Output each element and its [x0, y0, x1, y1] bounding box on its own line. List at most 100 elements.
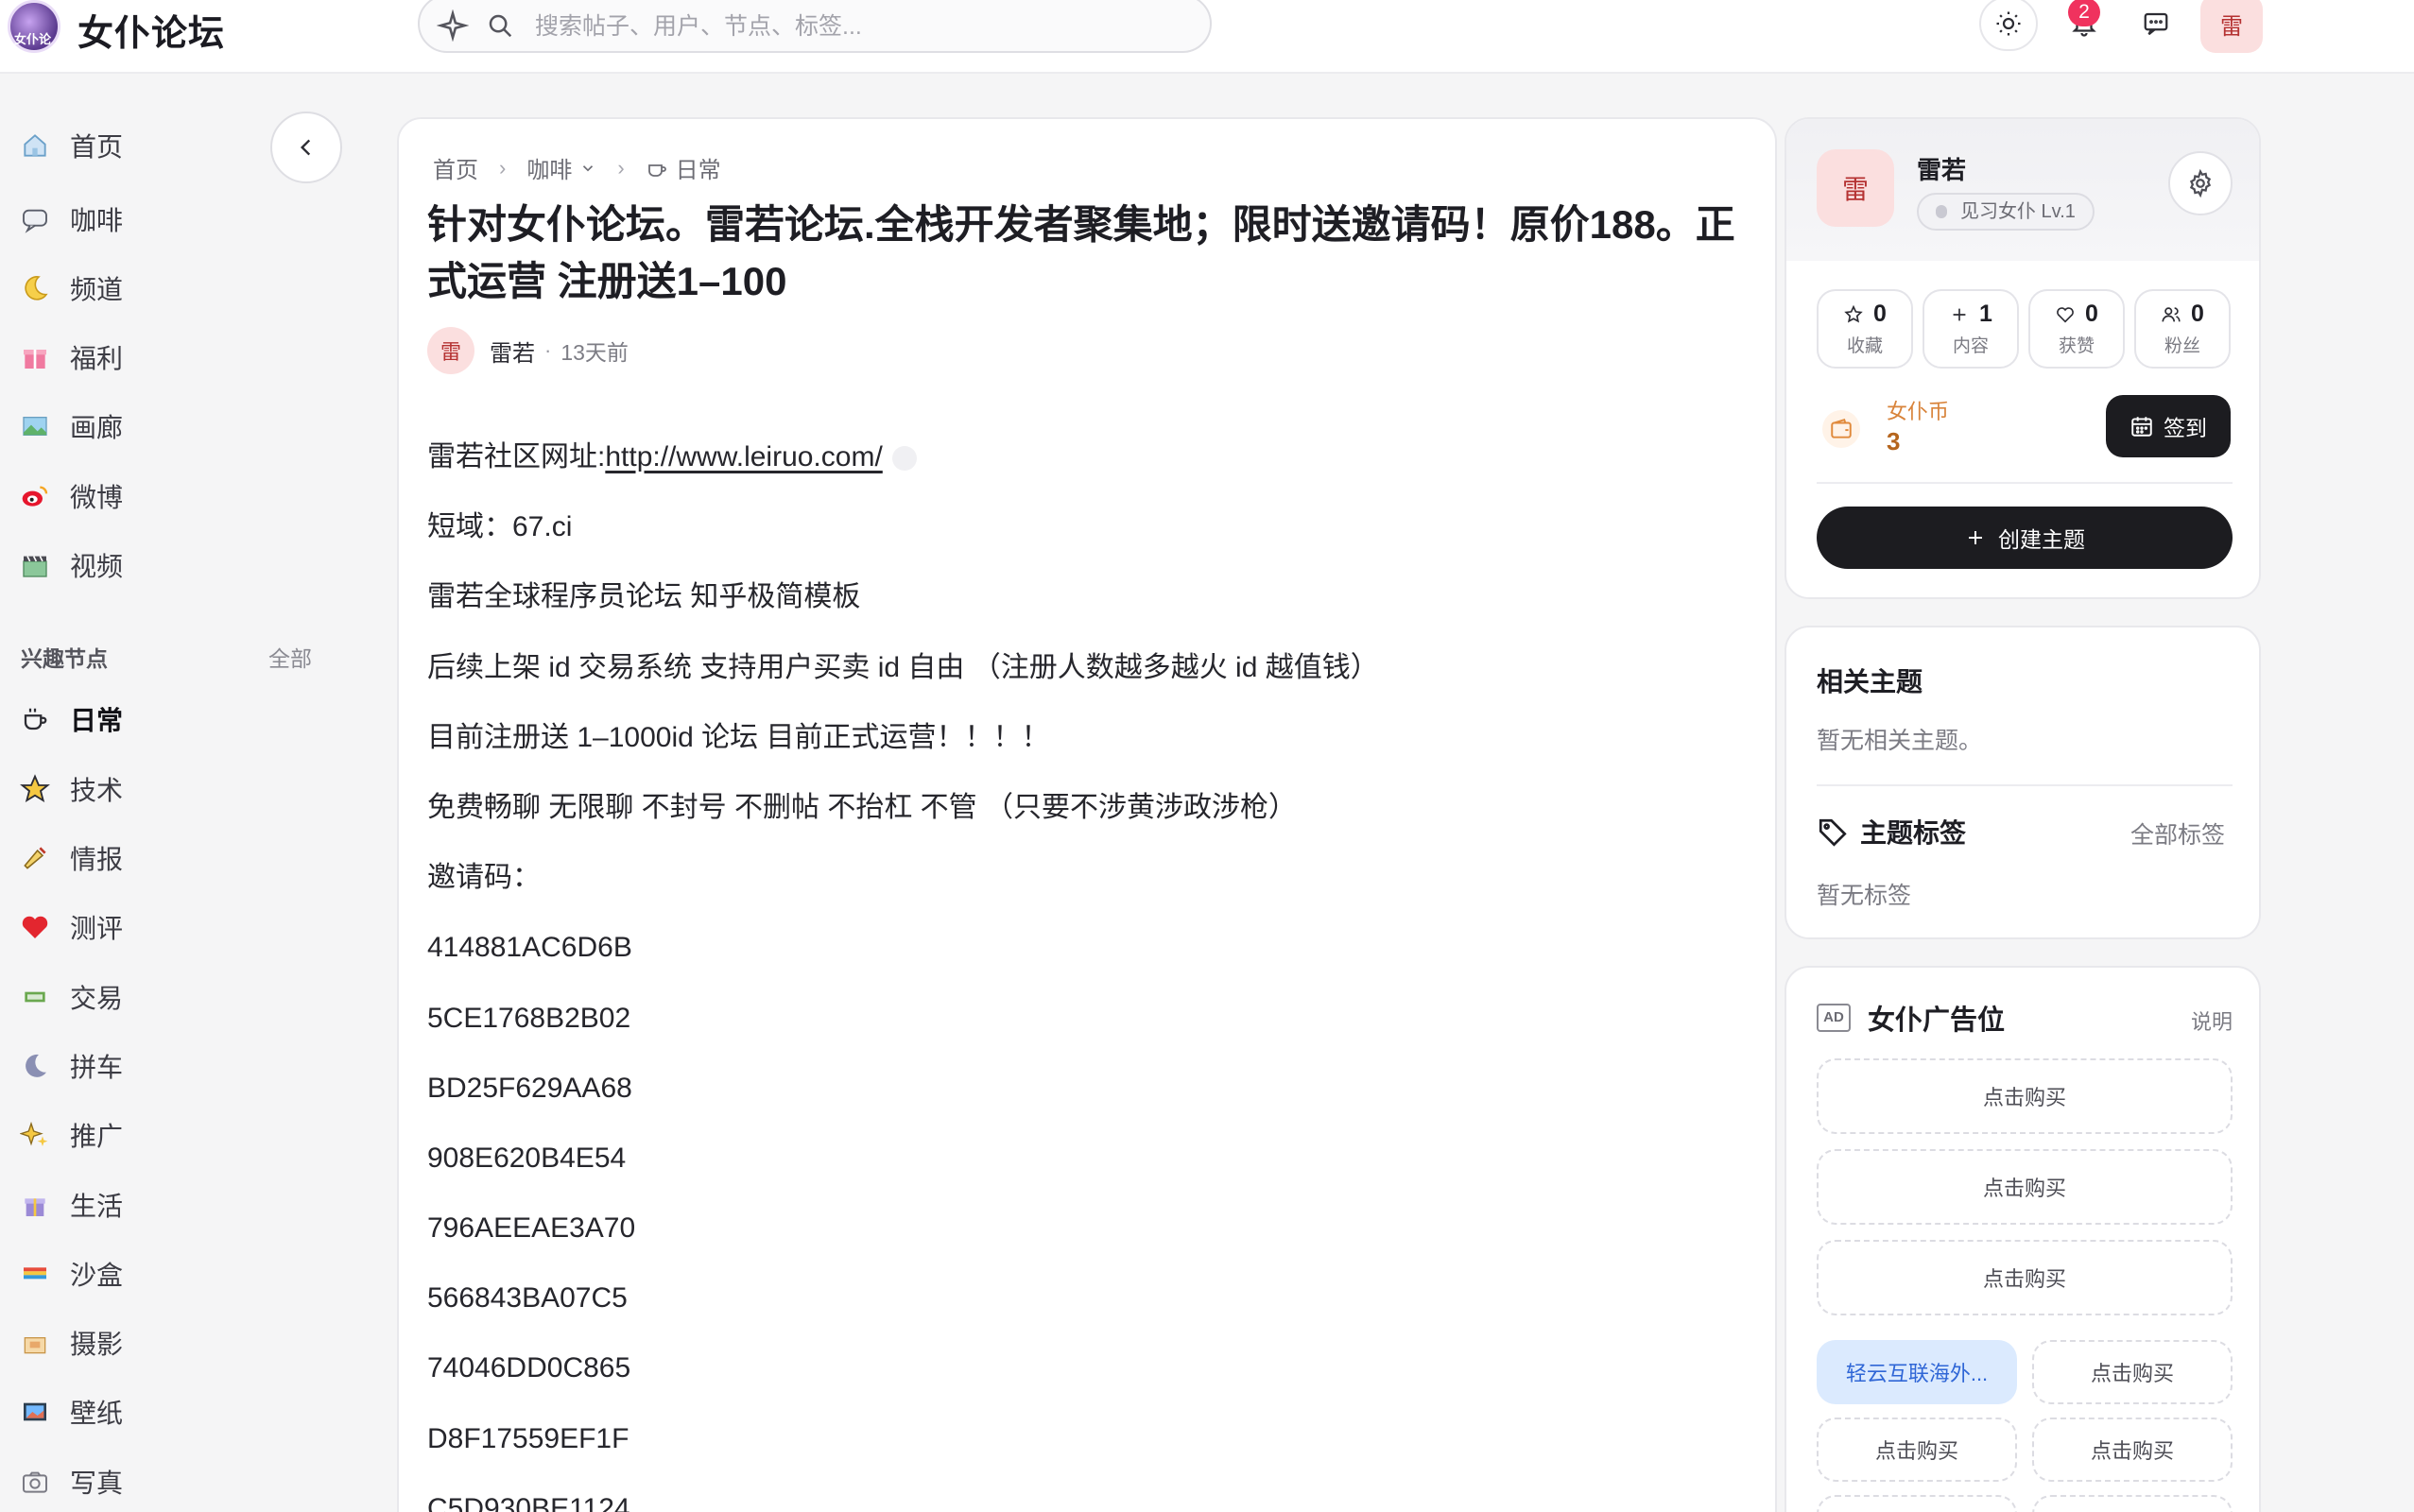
crescent-moon-icon: [19, 1050, 51, 1082]
coin-balance: 3: [1887, 427, 1901, 455]
ad-slot-buy[interactable]: 点击购买: [2032, 1418, 2233, 1482]
ad-icon: AD: [1817, 1004, 1851, 1032]
ad-info-link[interactable]: 说明: [2191, 1005, 2233, 1036]
heart-outline-icon: [2057, 306, 2074, 323]
sidebar-node-portrait[interactable]: 写真: [19, 1458, 123, 1505]
sidebar-item-coffee[interactable]: 咖啡: [19, 196, 123, 243]
theme-toggle-button[interactable]: [1979, 0, 2038, 51]
sidebar-item-label: 拼车: [70, 1053, 124, 1082]
stat-value: 1: [1979, 301, 1992, 327]
sidebar-node-tech[interactable]: 技术: [19, 765, 123, 813]
chevron-right-icon: ›: [617, 155, 625, 180]
user-avatar-button[interactable]: 雷: [2200, 0, 2263, 53]
divider: [1817, 482, 2233, 484]
sidebar-item-label: 壁纸: [70, 1399, 124, 1428]
sidebar-collapse-button[interactable]: [270, 112, 342, 183]
logo-text: 女仆论坛: [14, 32, 52, 64]
sidebar-node-review[interactable]: 测评: [19, 903, 123, 951]
site-name[interactable]: 女仆论坛: [78, 4, 225, 56]
ad-slot-buy[interactable]: 点击购买: [1817, 1240, 2233, 1315]
level-badge: 见习女仆 Lv.1: [1917, 193, 2095, 231]
sidebar-item-label: 视频: [70, 552, 124, 581]
ad-slot-buy[interactable]: 点击购买: [1817, 1058, 2233, 1134]
ad-card: AD 女仆广告位 说明 点击购买 点击购买 点击购买 轻云互联海外... 点击购…: [1785, 966, 2261, 1512]
sidebar-item-home[interactable]: 首页: [19, 122, 123, 169]
site-logo[interactable]: 女仆论坛: [8, 0, 60, 64]
author-name[interactable]: 雷若: [490, 335, 535, 368]
messages-button[interactable]: [2125, 0, 2187, 51]
sidebar-node-intel[interactable]: 情报: [19, 834, 123, 882]
search-input[interactable]: 搜索帖子、用户、节点、标签...: [535, 8, 862, 42]
stat-label: 内容: [1952, 336, 1989, 356]
sidebar-item-video[interactable]: 视频: [19, 541, 123, 589]
sidebar-item-channel[interactable]: 频道: [19, 265, 123, 312]
create-topic-button[interactable]: 创建主题: [1817, 507, 2233, 569]
ad-slot-buy[interactable]: 点击购买: [2032, 1340, 2233, 1404]
all-tags-link[interactable]: 全部标签: [2130, 816, 2225, 850]
site-url-link[interactable]: http://www.leiruo.com/: [605, 441, 882, 472]
ai-sparkle-icon[interactable]: [437, 9, 469, 42]
author-avatar[interactable]: 雷: [427, 327, 474, 374]
post-paragraph: 74046DD0C865: [427, 1352, 631, 1384]
stat-value: 0: [1873, 301, 1887, 327]
ad-slot-buy[interactable]: 点击购买: [1817, 1149, 2233, 1225]
post-content: 雷若社区网址:http://www.leiruo.com/ 短域：67.ci 雷若…: [427, 433, 1732, 1512]
stat-content[interactable]: 1 内容: [1923, 289, 2019, 369]
cup-icon: [647, 163, 666, 177]
sidebar-item-gallery[interactable]: 画廊: [19, 403, 123, 450]
ad-slot-buy[interactable]: [2032, 1495, 2233, 1512]
ad-slot-buy[interactable]: [1817, 1495, 2017, 1512]
sidebar-node-wallpaper[interactable]: 壁纸: [19, 1388, 123, 1435]
sidebar-node-daily[interactable]: 日常: [19, 696, 123, 743]
post-paragraph: BD25F629AA68: [427, 1072, 632, 1104]
sidebar-node-carpool[interactable]: 拼车: [19, 1042, 123, 1090]
post-paragraph: 雷若全球程序员论坛 知乎极简模板: [427, 581, 861, 613]
profile-avatar[interactable]: 雷: [1817, 149, 1894, 227]
stat-favorites[interactable]: 0 收藏: [1817, 289, 1913, 369]
external-link-icon: [891, 446, 917, 472]
ad-slot-sponsor[interactable]: 轻云互联海外...: [1817, 1340, 2017, 1404]
megaphone-icon: [19, 842, 51, 874]
sidebar-item-label: 沙盒: [70, 1261, 124, 1290]
plus-icon: [1953, 308, 1966, 320]
tag-icon: [1819, 818, 1847, 847]
sidebar-node-life[interactable]: 生活: [19, 1181, 123, 1228]
breadcrumb-node[interactable]: 日常: [676, 151, 721, 184]
sidebar-item-welfare[interactable]: 福利: [19, 334, 123, 381]
sidebar-node-sandbox[interactable]: 沙盒: [19, 1250, 123, 1297]
search-icon: [489, 14, 512, 38]
profile-card: 雷 雷若 见习女仆 Lv.1 0 收藏 1 内容 0 获赞 0 粉丝 女仆币 3…: [1785, 117, 2261, 599]
checkin-button[interactable]: 签到: [2106, 395, 2231, 457]
level-text: 见习女仆 Lv.1: [1960, 201, 2076, 222]
sidebar-node-promote[interactable]: 推广: [19, 1111, 123, 1159]
sidebar-node-photography[interactable]: 摄影: [19, 1319, 123, 1366]
sidebar-node-trade[interactable]: 交易: [19, 973, 123, 1021]
all-nodes-link[interactable]: 全部: [268, 641, 312, 673]
search-bar[interactable]: 搜索帖子、用户、节点、标签...: [418, 0, 1212, 53]
camera-icon: [19, 1466, 51, 1498]
settings-button[interactable]: [2168, 151, 2233, 215]
sidebar-item-weibo[interactable]: 微博: [19, 472, 123, 520]
breadcrumb-category[interactable]: 咖啡: [526, 151, 572, 184]
stat-followers[interactable]: 0 粉丝: [2134, 289, 2231, 369]
sidebar-item-label: 福利: [70, 344, 124, 373]
profile-name[interactable]: 雷若: [1917, 151, 1966, 186]
stat-likes[interactable]: 0 获赞: [2028, 289, 2125, 369]
sidebar-item-label: 首页: [70, 132, 124, 162]
post-paragraph: 796AEEAE3A70: [427, 1212, 636, 1245]
gift-box-icon: [19, 341, 51, 373]
sidebar-item-label: 交易: [70, 984, 124, 1013]
breadcrumb-home[interactable]: 首页: [433, 151, 478, 184]
chevron-down-icon[interactable]: [579, 160, 596, 177]
topic-tags-title: 主题标签: [1860, 818, 1967, 848]
post-paragraph: 5CE1768B2B02: [427, 1002, 631, 1034]
heart-icon: [19, 911, 51, 943]
sidebar-item-label: 测评: [70, 914, 124, 943]
post-paragraph: 邀请码：: [427, 862, 541, 894]
sun-icon: [1996, 11, 2021, 36]
ad-slot-buy[interactable]: 点击购买: [1817, 1418, 2017, 1482]
landscape-picture-icon: [19, 410, 51, 442]
sidebar-item-label: 摄影: [70, 1330, 124, 1359]
chat-icon: [2144, 12, 2168, 36]
sidebar-item-label: 画廊: [70, 413, 124, 442]
